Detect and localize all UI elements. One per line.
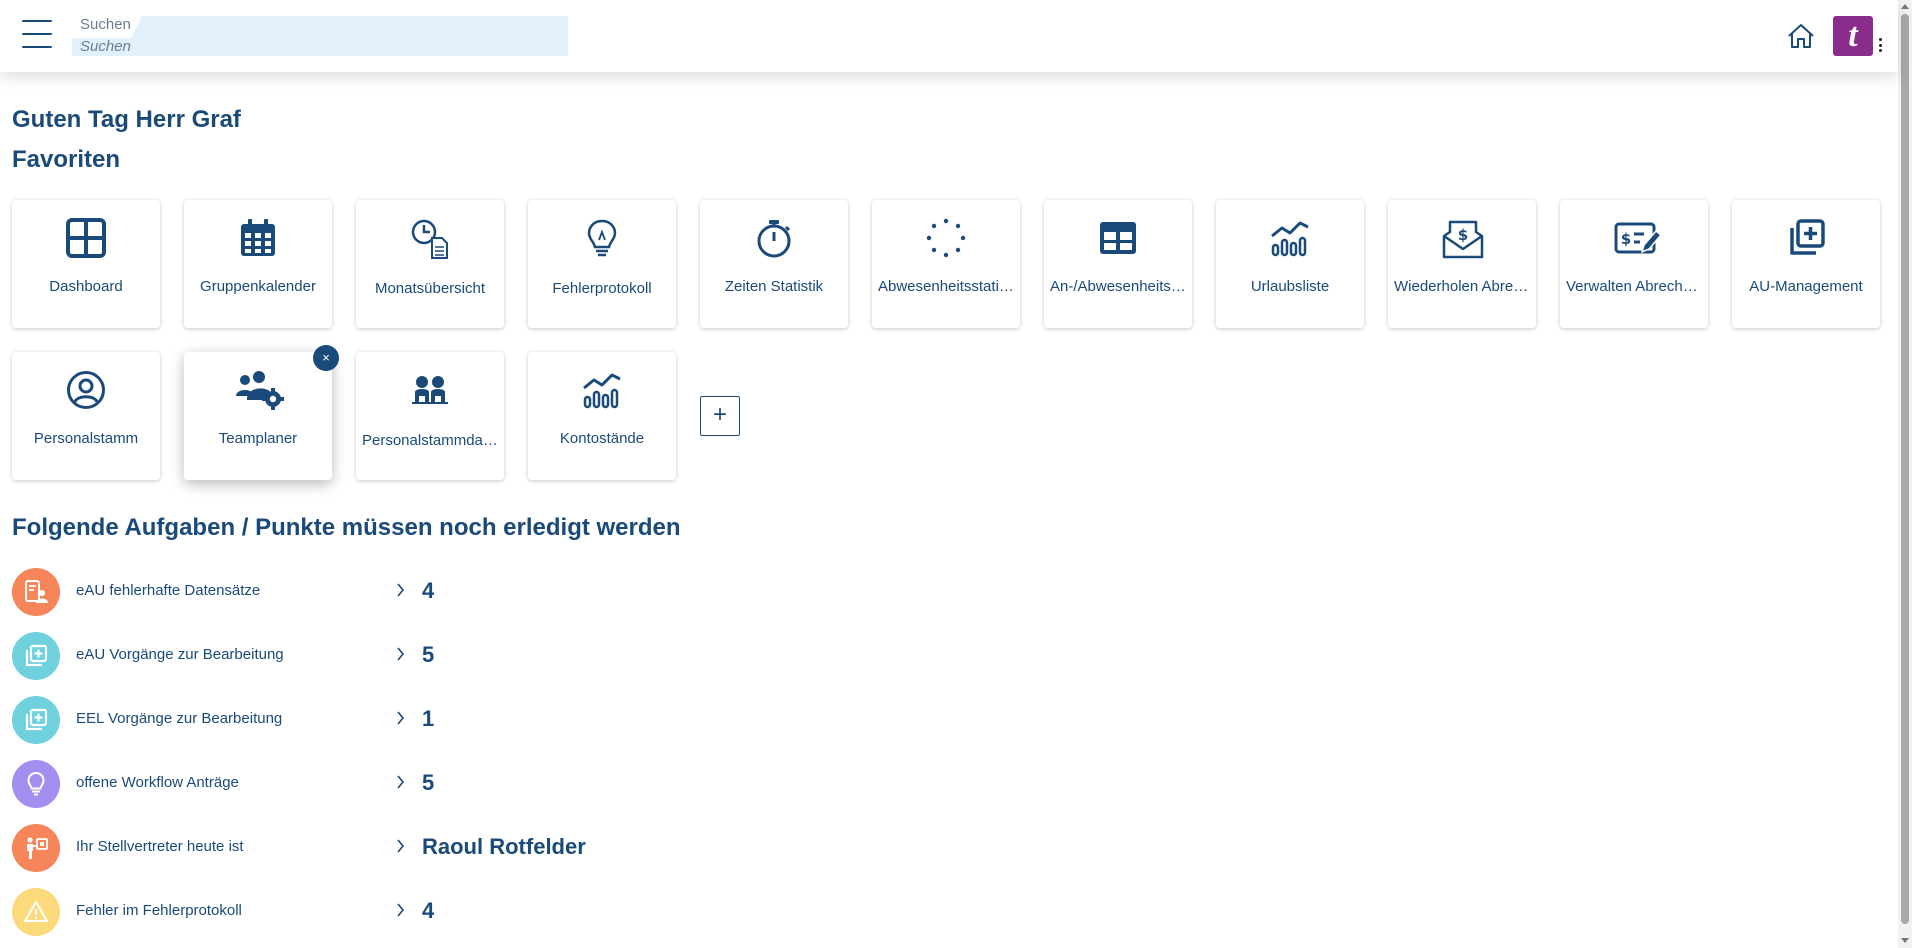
two-persons-icon [410, 370, 450, 410]
task-label: eAU fehlerhafte Datensätze [76, 582, 261, 599]
dashboard-grid-icon [66, 218, 106, 258]
favorite-tile-label: Gruppenkalender [200, 278, 316, 295]
warning-icon [12, 888, 60, 936]
tasks-title: Folgende Aufgaben / Punkte müssen noch e… [12, 514, 681, 541]
favorite-tile-label: Verwalten Abrechnung [1566, 278, 1702, 295]
user-circle-icon [66, 370, 106, 410]
favorite-tile-label: Fehlerprotokoll [552, 280, 652, 297]
table-icon [1098, 218, 1138, 258]
task-value: 1 [422, 706, 435, 731]
task-row-eel-vorgaenge[interactable]: EEL Vorgänge zur Bearbeitung 1 [12, 696, 632, 744]
app-logo[interactable]: t [1833, 16, 1873, 56]
favorite-tile-label: Kontostände [559, 430, 645, 447]
clock-document-icon [410, 218, 450, 259]
chevron-right-icon [394, 834, 408, 858]
task-row-fehler-fehlerprotokoll[interactable]: Fehler im Fehlerprotokoll 4 [12, 888, 632, 936]
favorite-tile-label: Wiederholen Abrechnung [1394, 278, 1530, 295]
task-value: 5 [422, 642, 435, 667]
scroll-down-arrow[interactable] [1901, 938, 1909, 943]
task-label: Fehler im Fehlerprotokoll [76, 902, 242, 919]
favorite-tile-an-abwesenheit[interactable]: An-/Abwesenheitsübersicht [1044, 200, 1192, 328]
search-input[interactable] [80, 36, 560, 56]
chevron-right-icon [394, 898, 408, 922]
favorite-tile-verwalten-abrechnung[interactable]: $ Verwalten Abrechnung [1560, 200, 1708, 328]
chevron-right-icon [394, 706, 408, 730]
favorite-tile-label: Dashboard [49, 278, 123, 295]
dotted-circle-icon [926, 218, 966, 258]
bar-line-chart-icon [1270, 218, 1310, 258]
favorite-tile-urlaubsliste[interactable]: Urlaubsliste [1216, 200, 1364, 328]
dollar-check-pen-icon: $ [1614, 218, 1663, 258]
favorite-tile-label: Personalstammdaten [362, 432, 498, 449]
task-value: Raoul Rotfelder [422, 834, 586, 859]
lightbulb-icon [582, 218, 622, 258]
favorite-tile-au-management[interactable]: AU-Management [1732, 200, 1880, 328]
favorite-tile-monatsuebersicht[interactable]: Monatsübersicht [356, 200, 504, 328]
favorite-tile-personalstamm[interactable]: Personalstamm [12, 352, 160, 480]
stopwatch-icon [754, 218, 794, 258]
task-label: EEL Vorgänge zur Bearbeitung [76, 710, 283, 727]
menu-icon[interactable] [22, 20, 52, 48]
add-favorite-button[interactable]: + [700, 396, 740, 436]
task-row-eau-fehlerhafte[interactable]: eAU fehlerhafte Datensätze 4 [12, 568, 632, 616]
task-value: 4 [422, 898, 435, 923]
favorite-tile-label: Personalstamm [33, 430, 139, 447]
top-bar: Suchen t [0, 0, 1898, 72]
favorite-tile-gruppenkalender[interactable]: Gruppenkalender [184, 200, 332, 328]
home-icon[interactable] [1786, 22, 1816, 50]
task-row-stellvertreter[interactable]: Ihr Stellvertreter heute ist Raoul Rotfe… [12, 824, 632, 872]
svg-text:$: $ [1458, 226, 1468, 244]
favorite-tile-abwesenheitsstatistik[interactable]: Abwesenheitsstatistik [872, 200, 1020, 328]
vertical-scrollbar[interactable] [1898, 0, 1912, 948]
calendar-icon [238, 218, 278, 258]
id-card-icon [12, 568, 60, 616]
favorite-tile-kontostaende[interactable]: Kontostände [528, 352, 676, 480]
scroll-up-arrow[interactable] [1901, 4, 1909, 9]
favorite-tile-wiederholen-abrechnung[interactable]: $ Wiederholen Abrechnung [1388, 200, 1536, 328]
task-value: 5 [422, 770, 435, 795]
favorite-tile-label: AU-Management [1749, 278, 1863, 295]
stacked-plus-icon [12, 632, 60, 680]
favorite-tile-teamplaner[interactable]: Teamplaner [184, 352, 332, 480]
favorite-tile-dashboard[interactable]: Dashboard [12, 200, 160, 328]
chevron-right-icon [394, 642, 408, 666]
favorite-tile-personalstammdaten[interactable]: Personalstammdaten [356, 352, 504, 480]
favorite-tile-label: Zeiten Statistik [724, 278, 824, 295]
chevron-right-icon [394, 770, 408, 794]
bar-line-chart-icon [582, 370, 622, 410]
lightbulb-icon [12, 760, 60, 808]
chevron-right-icon [394, 578, 408, 602]
favorite-tile-zeiten-statistik[interactable]: Zeiten Statistik [700, 200, 848, 328]
remove-favorite-button[interactable]: × [313, 345, 339, 371]
stacked-plus-icon [12, 696, 60, 744]
favorite-tile-label: Urlaubsliste [1250, 278, 1330, 295]
search-label: Suchen [80, 16, 131, 33]
task-label: eAU Vorgänge zur Bearbeitung [76, 646, 284, 663]
scroll-thumb[interactable] [1901, 14, 1909, 924]
task-row-eau-vorgaenge[interactable]: eAU Vorgänge zur Bearbeitung 5 [12, 632, 632, 680]
task-label: offene Workflow Anträge [76, 774, 239, 791]
favorite-tile-fehlerprotokoll[interactable]: Fehlerprotokoll [528, 200, 676, 328]
task-row-workflow-antraege[interactable]: offene Workflow Anträge 5 [12, 760, 632, 808]
task-value: 4 [422, 578, 435, 603]
favorite-tile-label: Abwesenheitsstatistik [878, 278, 1014, 295]
more-options-icon[interactable] [1877, 38, 1883, 52]
stacked-plus-icon [1786, 218, 1826, 258]
favorite-tile-label: Monatsübersicht [374, 280, 486, 297]
dollar-envelope-icon: $ [1442, 218, 1484, 259]
greeting: Guten Tag Herr Graf [12, 106, 241, 133]
svg-text:$: $ [1621, 230, 1631, 248]
favorites-title: Favoriten [12, 146, 121, 173]
favorite-tile-label: An-/Abwesenheitsübersicht [1050, 278, 1186, 295]
team-gear-icon [234, 370, 284, 410]
task-label: Ihr Stellvertreter heute ist [76, 838, 244, 855]
favorite-tile-label: Teamplaner [218, 430, 298, 447]
person-board-icon [12, 824, 60, 872]
